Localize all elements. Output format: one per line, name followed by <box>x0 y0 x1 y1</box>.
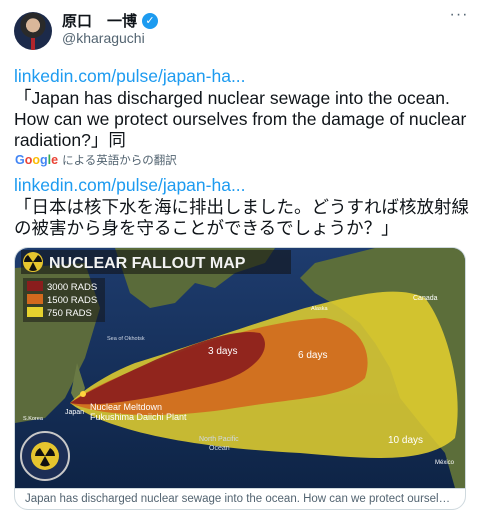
tweet-header: 原口 一博 ✓ @kharaguchi ··· <box>0 0 480 60</box>
label-pacific-1: North Pacific <box>199 436 239 443</box>
translation-note: Google による英語からの翻訳 <box>15 152 177 168</box>
label-japan: Japan <box>65 409 84 416</box>
display-name[interactable]: 原口 一博 <box>62 10 137 31</box>
label-meltdown-1: Nuclear Meltdown <box>90 402 162 412</box>
link-2[interactable]: linkedin.com/pulse/japan-ha... <box>14 175 470 196</box>
label-alaska: Alaska <box>311 306 328 312</box>
more-options-icon[interactable]: ··· <box>448 7 470 28</box>
legend-label-750: 750 RADS <box>47 308 92 319</box>
label-sea-okhotsk: Sea of Okhotsk <box>107 336 145 342</box>
legend-label-3000: 3000 RADS <box>47 282 97 293</box>
avatar[interactable] <box>14 12 52 50</box>
verified-badge-icon: ✓ <box>142 12 159 29</box>
label-canada: Canada <box>413 295 438 302</box>
legend-swatch-1500 <box>27 294 43 304</box>
link-card[interactable]: NUCLEAR FALLOUT MAP 3000 RADS 1500 RADS … <box>14 247 466 510</box>
label-3-days: 3 days <box>208 346 237 357</box>
avatar-tie <box>31 38 35 50</box>
fallout-map-image: NUCLEAR FALLOUT MAP 3000 RADS 1500 RADS … <box>15 248 465 488</box>
label-6-days: 6 days <box>298 350 327 361</box>
translation-label: による英語からの翻訳 <box>62 155 177 167</box>
fukushima-marker <box>80 391 86 397</box>
label-korea: S.Korea <box>23 416 44 422</box>
card-caption[interactable]: Japan has discharged nuclear sewage into… <box>15 488 465 509</box>
legend-swatch-750 <box>27 307 43 317</box>
link-1[interactable]: linkedin.com/pulse/japan-ha... <box>14 66 470 87</box>
legend: 3000 RADS 1500 RADS 750 RADS <box>23 278 105 322</box>
label-meltdown-2: Fukushima Daiichi Plant <box>90 412 187 422</box>
name-row: 原口 一博 ✓ <box>62 10 159 31</box>
label-pacific-2: Ocean <box>209 445 230 452</box>
map-title: NUCLEAR FALLOUT MAP <box>49 255 246 272</box>
defense-seal-icon <box>20 431 70 481</box>
google-logo-icon: Google <box>15 153 59 167</box>
legend-swatch-3000 <box>27 281 43 291</box>
quote-japanese: 「日本は核下水を海に排出しました。どうすれば核放射線の被害から身を守ることができ… <box>14 197 469 238</box>
user-handle[interactable]: @kharaguchi <box>62 30 145 46</box>
label-mexico: México <box>435 460 455 466</box>
label-10-days: 10 days <box>388 435 423 446</box>
quote-english: 「Japan has discharged nuclear sewage int… <box>14 88 467 150</box>
legend-label-1500: 1500 RADS <box>47 295 97 306</box>
